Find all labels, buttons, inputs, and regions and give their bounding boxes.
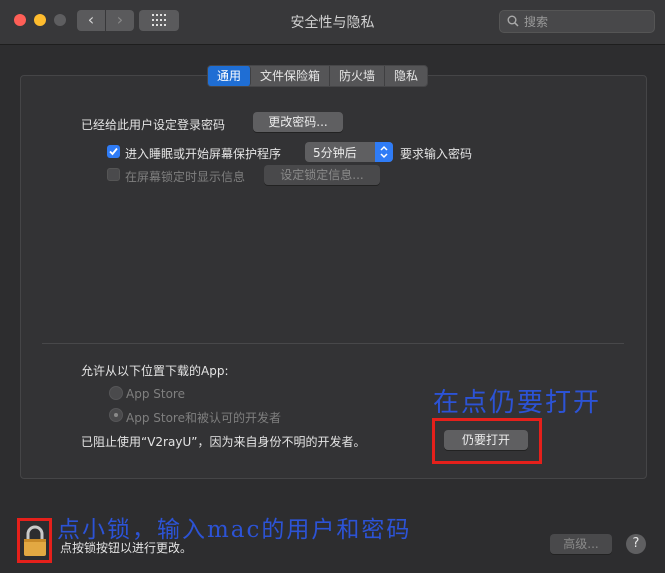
show-message-checkbox[interactable]	[107, 168, 120, 181]
open-anyway-button[interactable]: 仍要打开	[444, 430, 528, 450]
lock-hint: 点按锁按钮以进行更改。	[60, 541, 193, 555]
tab-bar: 通用 文件保险箱 防火墙 隐私	[207, 65, 429, 87]
password-delay-select[interactable]: 5分钟后	[305, 142, 393, 162]
radio-app-store[interactable]	[109, 386, 123, 400]
password-set-label: 已经给此用户设定登录密码	[81, 118, 226, 132]
tab-privacy[interactable]: 隐私	[385, 66, 427, 86]
advanced-button[interactable]: 高级...	[550, 534, 612, 554]
radio-app-store-identified[interactable]	[109, 408, 123, 422]
open-anyway-annotation: 在点仍要打开	[433, 388, 602, 418]
tab-general[interactable]: 通用	[208, 66, 252, 86]
help-button[interactable]: ?	[626, 534, 646, 554]
radio-app-store-label: App Store	[126, 387, 185, 401]
require-password-checkbox[interactable]	[107, 145, 120, 158]
updown-arrows-icon	[375, 142, 393, 162]
search-input[interactable]	[522, 12, 651, 32]
tab-filevault[interactable]: 文件保险箱	[251, 66, 331, 86]
downloads-heading: 允许从以下位置下载的App:	[81, 364, 229, 378]
show-message-label: 在屏幕锁定时显示信息	[125, 170, 246, 184]
change-password-button[interactable]: 更改密码...	[253, 112, 343, 132]
require-password-suffix: 要求输入密码	[400, 147, 473, 161]
section-divider	[42, 343, 624, 344]
radio-app-store-identified-label: App Store和被认可的开发者	[126, 411, 281, 425]
checkmark-icon	[109, 147, 118, 156]
search-icon	[507, 15, 519, 27]
set-lock-message-button[interactable]: 设定锁定信息...	[264, 165, 380, 185]
blocked-message: 已阻止使用“V2rayU”，因为来自身份不明的开发者。	[81, 435, 366, 449]
lock-icon[interactable]	[23, 525, 47, 557]
password-delay-value: 5分钟后	[313, 146, 357, 160]
search-box[interactable]	[499, 10, 655, 33]
tab-firewall[interactable]: 防火墙	[330, 66, 386, 86]
require-password-label: 进入睡眠或开始屏幕保护程序	[125, 147, 282, 161]
title-bar: ‹ › 安全性与隐私	[0, 0, 665, 45]
